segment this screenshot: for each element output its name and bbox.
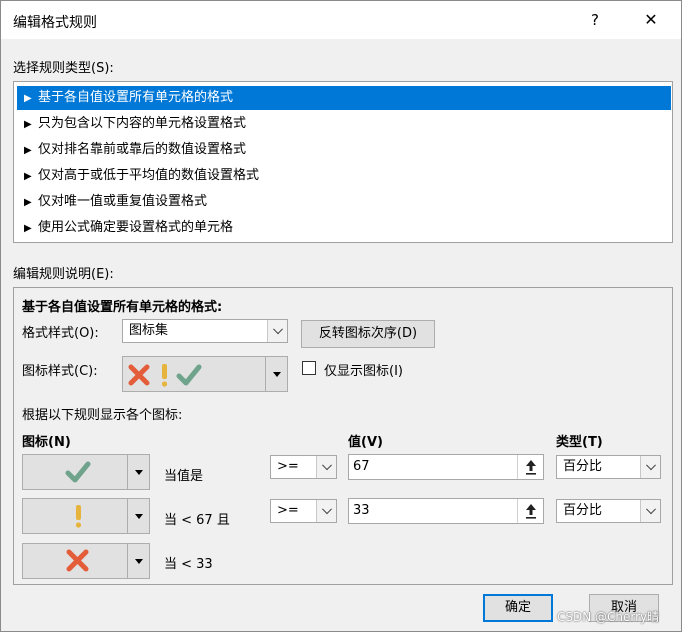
exclamation-icon bbox=[161, 364, 168, 387]
format-style-label: 格式样式(O): bbox=[22, 326, 99, 341]
rule-type-item-unique-duplicate[interactable]: ▶ 仅对唯一值或重复值设置格式 bbox=[17, 190, 671, 214]
rules-caption: 根据以下规则显示各个图标: bbox=[22, 408, 183, 423]
rule-type-item-label: 仅对排名靠前或靠后的数值设置格式 bbox=[38, 142, 247, 157]
row1-value-input[interactable]: 67 bbox=[348, 454, 544, 480]
format-style-select[interactable]: 图标集 bbox=[122, 319, 288, 343]
rule-type-item-above-below-average[interactable]: ▶ 仅对高于或低于平均值的数值设置格式 bbox=[17, 164, 671, 188]
checkmark-icon bbox=[176, 364, 202, 386]
icon-style-select[interactable] bbox=[122, 356, 288, 392]
exclamation-icon bbox=[75, 505, 82, 528]
rule-description-label: 编辑规则说明(E): bbox=[13, 267, 114, 282]
rule-description-panel: 基于各自值设置所有单元格的格式: 格式样式(O): 图标集 反转图标次序(D) … bbox=[13, 287, 673, 585]
row2-value: 33 bbox=[353, 503, 370, 518]
chevron-down-icon bbox=[267, 320, 287, 342]
icon-style-label: 图标样式(C): bbox=[22, 364, 98, 379]
dialog-title: 编辑格式规则 bbox=[13, 15, 97, 31]
value-column-header: 值(V) bbox=[348, 435, 383, 450]
row2-operator-select[interactable]: >= bbox=[270, 499, 337, 523]
rule-type-item-each-value[interactable]: ▶ 基于各自值设置所有单元格的格式 bbox=[17, 86, 671, 110]
row3-icon-select[interactable] bbox=[22, 543, 150, 579]
row2-operator-value: >= bbox=[277, 503, 299, 518]
edit-format-rule-dialog: 编辑格式规则 ? ✕ 选择规则类型(S): ▶ 基于各自值设置所有单元格的格式 ▶… bbox=[0, 0, 682, 632]
row2-value-input[interactable]: 33 bbox=[348, 498, 544, 524]
icon-set-preview bbox=[128, 364, 202, 387]
dropdown-arrow-icon bbox=[127, 544, 149, 578]
rule-type-item-label: 基于各自值设置所有单元格的格式 bbox=[38, 90, 234, 105]
row2-type-select[interactable]: 百分比 bbox=[556, 499, 661, 523]
rule-type-item-label: 仅对唯一值或重复值设置格式 bbox=[38, 194, 208, 209]
rule-type-item-label: 使用公式确定要设置格式的单元格 bbox=[38, 220, 234, 235]
row3-condition: 当 < 33 bbox=[164, 557, 213, 572]
show-icon-only-checkbox[interactable] bbox=[302, 361, 316, 375]
row1-value: 67 bbox=[353, 459, 370, 474]
triangle-icon: ▶ bbox=[24, 171, 32, 182]
reverse-icon-order-button[interactable]: 反转图标次序(D) bbox=[301, 320, 435, 348]
format-style-value: 图标集 bbox=[129, 323, 169, 338]
upload-arrow-icon bbox=[526, 460, 536, 475]
row1-type-select[interactable]: 百分比 bbox=[556, 455, 661, 479]
ok-button[interactable]: 确定 bbox=[483, 594, 553, 622]
chevron-down-icon bbox=[640, 456, 660, 478]
triangle-icon: ▶ bbox=[24, 93, 32, 104]
rule-type-item-label: 仅对高于或低于平均值的数值设置格式 bbox=[38, 168, 260, 183]
show-icon-only-label: 仅显示图标(I) bbox=[324, 364, 403, 379]
upload-arrow-icon bbox=[526, 504, 536, 519]
title-bar: 编辑格式规则 ? ✕ bbox=[1, 1, 681, 39]
type-column-header: 类型(T) bbox=[556, 435, 603, 450]
rule-type-label: 选择规则类型(S): bbox=[13, 61, 114, 76]
close-button[interactable]: ✕ bbox=[637, 7, 665, 33]
help-button[interactable]: ? bbox=[581, 7, 609, 33]
dropdown-arrow-icon bbox=[265, 357, 287, 391]
row1-condition: 当值是 bbox=[164, 469, 204, 484]
row1-value-picker[interactable] bbox=[517, 455, 543, 479]
triangle-icon: ▶ bbox=[24, 223, 32, 234]
row1-operator-value: >= bbox=[277, 459, 299, 474]
row2-condition: 当 < 67 且 bbox=[164, 513, 230, 528]
rule-type-item-formula[interactable]: ▶ 使用公式确定要设置格式的单元格 bbox=[17, 216, 671, 240]
chevron-down-icon bbox=[316, 500, 336, 522]
rule-heading: 基于各自值设置所有单元格的格式: bbox=[22, 300, 223, 315]
row2-type-value: 百分比 bbox=[563, 503, 603, 518]
rule-type-item-contains[interactable]: ▶ 只为包含以下内容的单元格设置格式 bbox=[17, 112, 671, 136]
rule-type-list: ▶ 基于各自值设置所有单元格的格式 ▶ 只为包含以下内容的单元格设置格式 ▶ 仅对排名… bbox=[13, 81, 673, 243]
row1-icon-select[interactable] bbox=[22, 454, 150, 490]
cross-icon bbox=[66, 549, 89, 572]
triangle-icon: ▶ bbox=[24, 145, 32, 156]
row1-operator-select[interactable]: >= bbox=[270, 455, 337, 479]
triangle-icon: ▶ bbox=[24, 119, 32, 130]
triangle-icon: ▶ bbox=[24, 197, 32, 208]
row2-icon-select[interactable] bbox=[22, 498, 150, 534]
row2-value-picker[interactable] bbox=[517, 499, 543, 523]
watermark: CSDN @Cherry晴 bbox=[557, 610, 660, 624]
row1-type-value: 百分比 bbox=[563, 459, 603, 474]
dropdown-arrow-icon bbox=[127, 455, 149, 489]
rule-type-item-top-bottom[interactable]: ▶ 仅对排名靠前或靠后的数值设置格式 bbox=[17, 138, 671, 162]
chevron-down-icon bbox=[640, 500, 660, 522]
chevron-down-icon bbox=[316, 456, 336, 478]
checkmark-icon bbox=[65, 461, 91, 483]
dropdown-arrow-icon bbox=[127, 499, 149, 533]
cross-icon bbox=[128, 364, 150, 386]
icon-column-header: 图标(N) bbox=[22, 435, 71, 450]
rule-type-item-label: 只为包含以下内容的单元格设置格式 bbox=[38, 116, 247, 131]
